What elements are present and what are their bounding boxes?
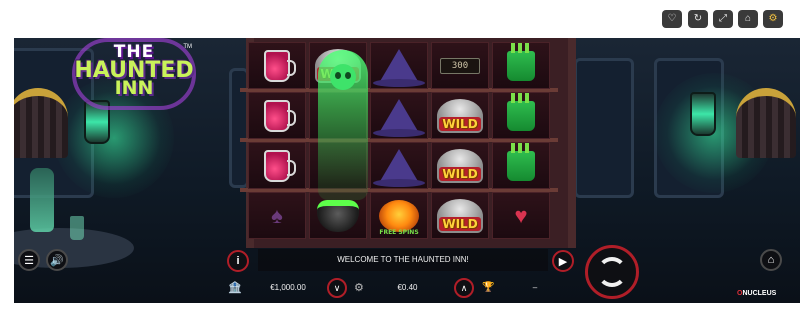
witch-hat-icon	[373, 148, 425, 187]
reel-cell	[492, 142, 550, 189]
reel-cell: WILD	[431, 142, 489, 189]
heart-icon[interactable]: ♡	[662, 10, 682, 28]
reel-cell	[492, 42, 550, 89]
wild-cloche-icon: WILD	[437, 198, 483, 233]
counter-display: 300	[440, 57, 480, 74]
potion-jar-icon	[264, 99, 296, 132]
zombie-hand-cup-icon	[507, 143, 535, 181]
brand-name: NUCLEUS	[742, 290, 777, 297]
refresh-icon[interactable]: ↻	[688, 10, 708, 28]
settings-icon[interactable]: ⚙	[763, 10, 783, 28]
home-icon[interactable]: ⌂	[738, 10, 758, 28]
logo-trademark: TM	[183, 44, 192, 50]
witch-hat-icon	[373, 48, 425, 87]
chair-right	[736, 88, 796, 158]
spin-arrows-icon	[597, 257, 627, 287]
nucleus-brand: ONUCLEUS	[737, 290, 776, 297]
coin-gear-icon: ⚙	[354, 282, 364, 294]
zombie-hand-cup-icon	[507, 43, 535, 81]
reel-cell: ♠	[248, 192, 306, 239]
reel-cell	[248, 42, 306, 89]
reel-cell	[248, 92, 306, 139]
skull-icon	[330, 64, 356, 90]
win-value: –	[532, 283, 538, 292]
chair-left	[14, 88, 68, 158]
bottle-icon	[30, 168, 54, 232]
potion-jar-icon	[264, 149, 296, 182]
expand-icon[interactable]: ⤢	[713, 10, 733, 28]
wild-cloche-icon: WILD	[437, 148, 483, 183]
top-toolbar: ♡ ↻ ⤢ ⌂ ⚙	[0, 0, 800, 38]
cauldron-icon	[317, 199, 359, 232]
reel-cell: 300	[431, 42, 489, 89]
message-bar: WELCOME TO THE HAUNTED INN!	[258, 249, 548, 271]
free-spins-label: FREE SPINS	[379, 229, 419, 236]
reel-cell	[248, 142, 306, 189]
spin-button[interactable]	[585, 245, 639, 299]
bet-decrease-button[interactable]: ∨	[327, 278, 347, 298]
heart-card-icon: ♥	[514, 202, 528, 228]
witch-hat-icon	[373, 98, 425, 137]
reel-cell: WILD	[431, 92, 489, 139]
info-button[interactable]: i	[227, 250, 249, 272]
balance-value: €1,000.00	[270, 283, 306, 292]
pumpkin-icon	[379, 199, 419, 232]
lamp-right-icon	[690, 92, 716, 136]
potion-jar-icon	[264, 49, 296, 82]
glass-icon	[70, 216, 84, 240]
reel-cell: WILD	[431, 192, 489, 239]
reel-cell	[370, 42, 428, 89]
sound-button[interactable]: 🔊	[46, 249, 68, 271]
menu-button[interactable]: ☰	[18, 249, 40, 271]
spade-icon: ♠	[271, 202, 283, 228]
bank-icon: 🏦	[228, 282, 242, 294]
reel-cell: FREE SPINS	[370, 192, 428, 239]
bet-value: €0.40	[397, 283, 418, 292]
zombie-hand-cup-icon	[507, 93, 535, 131]
reel-cell	[370, 92, 428, 139]
reel-cell	[492, 92, 550, 139]
autoplay-button[interactable]: ▶	[552, 250, 574, 272]
bottom-margin	[0, 303, 800, 318]
lobby-home-button[interactable]: ⌂	[760, 249, 782, 271]
reel-grid: WILD 300 WILD WILD ♠ FREE SPINS WILD ♥	[248, 42, 550, 245]
wild-cloche-icon: WILD	[437, 98, 483, 133]
bg-window-mid	[574, 58, 634, 198]
message-text: WELCOME TO THE HAUNTED INN!	[337, 255, 469, 264]
bet-increase-button[interactable]: ∧	[454, 278, 474, 298]
game-logo: THE HAUNTED INN TM	[74, 42, 194, 112]
trophy-icon: 🏆	[482, 282, 495, 293]
reel-cell	[370, 142, 428, 189]
reel-cell: ♥	[492, 192, 550, 239]
